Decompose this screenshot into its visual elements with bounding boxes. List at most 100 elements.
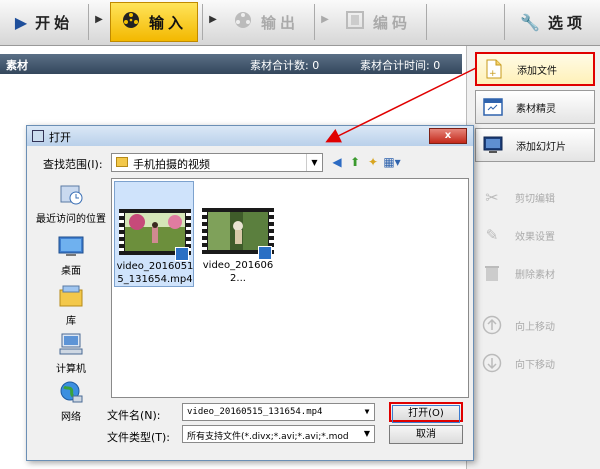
svg-text:+: +	[489, 69, 497, 79]
filename-label: 文件名(N):	[107, 409, 161, 422]
file-item[interactable]: video_20160515_131654.mp4	[114, 181, 194, 287]
action-panel: + 添加文件 素材精灵 添加幻灯片 ✂ 剪切编辑 ✎ 效果设置 删除素材 向上移…	[466, 46, 600, 469]
add-file-label: 添加文件	[517, 65, 557, 77]
file-name: video_2016062...	[202, 260, 274, 284]
film-reel-icon	[121, 10, 141, 34]
film-holes	[119, 209, 124, 255]
close-button[interactable]: x	[429, 128, 467, 144]
place-desktop[interactable]: 桌面	[33, 234, 109, 277]
place-network[interactable]: 网络	[33, 380, 109, 423]
add-slideshow-button[interactable]: 添加幻灯片	[475, 128, 595, 162]
filename-input[interactable]: video_20160515_131654.mp4 ▼	[182, 403, 375, 421]
material-header: 素材 素材合计数: 0 素材合计时间: 0	[0, 54, 462, 74]
separator	[88, 4, 89, 40]
film-strip-icon	[345, 11, 365, 33]
chevron-down-icon[interactable]: ▼	[306, 154, 322, 171]
material-elite-label: 素材精灵	[516, 103, 556, 115]
filetype-label: 文件类型(T):	[107, 431, 171, 444]
place-label: 最近访问的位置	[36, 214, 106, 225]
places-bar: 最近访问的位置 桌面 库 计算机 网络	[33, 178, 109, 456]
output-button[interactable]: 输出	[222, 2, 310, 42]
desktop-icon	[58, 234, 84, 258]
monitor-icon	[482, 134, 504, 156]
add-file-icon: +	[483, 58, 505, 80]
chevron-down-icon[interactable]: ▼	[360, 426, 374, 442]
separator	[504, 4, 505, 40]
video-frame-image	[208, 212, 268, 250]
delete-material-button[interactable]: 删除素材	[475, 256, 595, 290]
dialog-title: 打开	[49, 131, 71, 144]
dialog-titlebar[interactable]: 打开 x	[27, 126, 473, 146]
move-down-label: 向下移动	[515, 359, 555, 371]
add-file-button[interactable]: + 添加文件	[475, 52, 595, 86]
chevron-down-icon[interactable]: ▼	[360, 404, 374, 420]
delete-material-label: 删除素材	[515, 269, 555, 281]
video-thumbnail	[202, 208, 274, 260]
open-file-dialog: 打开 x 查找范围(I): 手机拍摄的视频 ▼ ◀ ⬆ ✦ ▦▾ 最近访问的位置…	[26, 125, 474, 461]
step-arrow-icon: ▶	[209, 14, 217, 25]
start-label: 开始	[35, 13, 74, 32]
add-slideshow-label: 添加幻灯片	[516, 141, 566, 153]
view-menu-icon[interactable]: ▦▾	[381, 153, 403, 171]
step-arrow-icon: ▶	[95, 14, 103, 25]
library-icon	[58, 284, 84, 308]
app-window-icon	[32, 130, 44, 142]
place-label: 库	[66, 316, 76, 327]
trash-icon	[481, 262, 503, 284]
step-arrow-icon: ▶	[321, 14, 329, 25]
place-label: 桌面	[61, 266, 81, 277]
new-folder-icon[interactable]: ✦	[365, 153, 381, 171]
video-frame-image	[125, 213, 185, 251]
video-file-icon	[175, 247, 189, 261]
effects-button[interactable]: ✎ 效果设置	[475, 218, 595, 252]
file-list: video_20160515_131654.mp4 video_2016062.…	[111, 178, 469, 398]
encode-button[interactable]: 编码	[334, 2, 422, 42]
output-label: 输出	[260, 13, 299, 32]
material-time: 素材合计时间: 0	[360, 59, 441, 72]
up-folder-icon[interactable]: ⬆	[347, 153, 363, 171]
place-library[interactable]: 库	[33, 284, 109, 327]
move-up-label: 向上移动	[515, 321, 555, 333]
move-up-button[interactable]: 向上移动	[475, 308, 595, 342]
filetype-select[interactable]: 所有支持文件(*.divx;*.avi;*.avi;*.mod ▼	[182, 425, 375, 443]
encode-label: 编码	[372, 13, 411, 32]
start-button[interactable]: ▶ 开始	[2, 2, 86, 42]
open-button[interactable]: 打开(O)	[389, 402, 463, 423]
effects-label: 效果设置	[515, 231, 555, 243]
video-file-icon	[258, 246, 272, 260]
options-label: 选项	[547, 13, 586, 32]
look-in-value: 手机拍摄的视频	[133, 158, 210, 171]
scissors-icon: ✂	[485, 187, 499, 207]
play-icon: ▶	[14, 12, 28, 32]
input-button[interactable]: 输入	[110, 2, 198, 42]
wrench-icon: 🔧	[520, 12, 540, 32]
options-button[interactable]: 🔧 选项	[508, 2, 598, 42]
recent-places-icon	[58, 182, 84, 206]
network-globe-icon	[58, 380, 84, 404]
look-in-select[interactable]: 手机拍摄的视频 ▼	[111, 153, 323, 172]
main-toolbar: ▶ 开始 ▶ 输入 ▶ 输出 ▶ 编码 🔧 选项	[0, 0, 600, 46]
place-label: 网络	[61, 412, 81, 423]
look-in-label: 查找范围(I):	[43, 158, 103, 171]
filetype-value: 所有支持文件(*.divx;*.avi;*.avi;*.mod	[187, 432, 349, 442]
video-thumbnail	[119, 209, 191, 261]
move-down-button[interactable]: 向下移动	[475, 346, 595, 380]
arrow-down-icon	[481, 352, 503, 374]
place-computer[interactable]: 计算机	[33, 332, 109, 375]
film-holes	[202, 208, 207, 254]
filename-value: video_20160515_131654.mp4	[187, 407, 323, 417]
edit-pen-icon: ✎	[485, 226, 499, 244]
place-recent[interactable]: 最近访问的位置	[33, 182, 109, 225]
separator	[426, 4, 427, 40]
computer-icon	[58, 332, 84, 356]
file-name: video_20160515_131654.mp4	[116, 261, 194, 285]
back-icon[interactable]: ◀	[329, 153, 345, 171]
separator	[202, 4, 203, 40]
cut-edit-button[interactable]: ✂ 剪切编辑	[475, 180, 595, 214]
material-elite-button[interactable]: 素材精灵	[475, 90, 595, 124]
cancel-button[interactable]: 取消	[389, 425, 463, 444]
film-reel-icon	[233, 10, 253, 34]
input-label: 输入	[148, 13, 187, 32]
file-item[interactable]: video_2016062...	[198, 181, 278, 287]
cut-edit-label: 剪切编辑	[515, 193, 555, 205]
